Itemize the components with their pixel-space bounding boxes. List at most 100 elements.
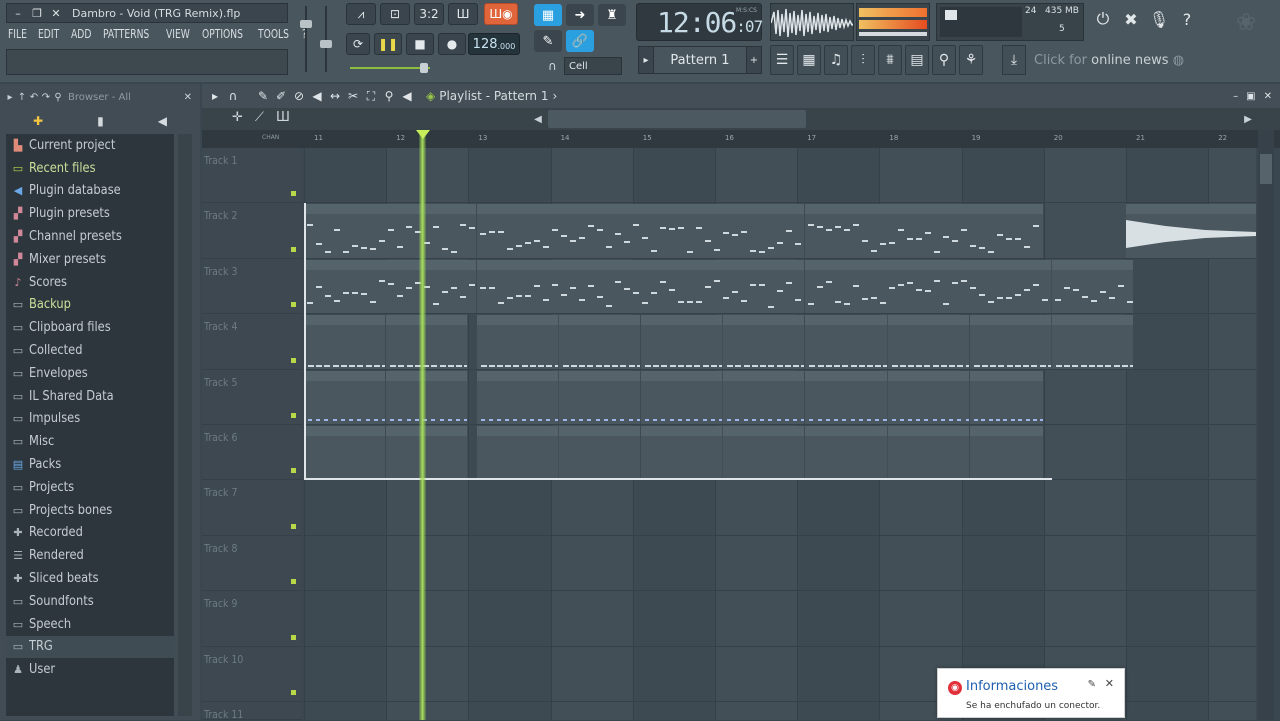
pin-icon[interactable]: ✎ [1088,679,1096,690]
track-header[interactable]: Track 7 [202,480,302,536]
minimize-icon[interactable]: – [10,5,26,21]
track-header[interactable]: Track 1 [202,148,302,204]
track-header[interactable]: Track 2 [202,203,302,259]
tab-files-icon[interactable]: ▮ [97,114,104,128]
track-header[interactable]: Track 3 [202,259,302,315]
pattern-clip[interactable]: ▮ Pattern 1 [476,204,805,258]
paint-icon[interactable]: ✐ [274,89,288,104]
microphone-icon[interactable]: 🎙 [1148,6,1170,32]
restore-icon[interactable]: ❐ [29,5,45,21]
track-active-led[interactable] [291,357,296,363]
collapse-icon[interactable]: ↑ [16,92,28,103]
track-active-led[interactable] [291,634,296,640]
tempo-display[interactable]: 128.000 [468,33,520,55]
pattern-clip[interactable]: ▮ Pattern 7 [805,370,887,424]
piano-icon[interactable]: Ш [276,110,290,125]
browser-item-recorded[interactable]: ✚ Recorded [6,522,174,545]
browser-item-rendered[interactable]: ☰ Rendered [6,544,174,567]
tab-all-icon[interactable]: ✚ [33,114,43,128]
playlist-grid[interactable]: ▮ Pattern 1 ▮ Pattern 2 ▮ FX Angel FX 1 ▮ P… [304,148,1256,720]
add-pattern-button[interactable]: + [746,46,762,74]
browser-item-projects[interactable]: ▭ Projects [6,476,174,499]
chevron-right-icon[interactable]: › [552,89,557,103]
browser-scrollbar[interactable] [178,134,192,716]
pattern-clip[interactable]: ▮ Pattern 7 [558,370,640,424]
track-active-led[interactable] [291,246,296,252]
browser-item-misc[interactable]: ▭ Misc [6,430,174,453]
pattern-clip[interactable]: ▮ Pattern 8 [887,426,969,480]
pattern-song-toggle[interactable]: ⟳ [346,33,370,55]
news-panel[interactable]: ⤓ Click for online news ◍ [1002,45,1186,75]
pattern-clip[interactable]: ▮ Pattern 8 [304,426,386,480]
timeline-ruler[interactable] [202,130,1280,148]
step-edit-button[interactable]: ➜ [566,4,594,26]
pattern-clip[interactable]: ▮ Pattern 7 [723,370,805,424]
notification-toast[interactable]: ◉ Informaciones Se ha enchufado un conec… [937,668,1125,718]
tab-speaker-icon[interactable]: ◀ [158,114,167,128]
browser-item-envelopes[interactable]: ▭ Envelopes [6,362,174,385]
blend-notes-button[interactable]: Ш [448,3,478,25]
slip-icon[interactable]: ↔ [328,89,342,104]
draw-icon[interactable]: ✎ [256,89,270,104]
playlist-window-icon[interactable]: ☰ [770,45,794,75]
slice-icon[interactable]: ✂ [346,89,360,104]
close-icon[interactable]: ✕ [48,5,64,21]
track-active-led[interactable] [291,412,296,418]
vertical-scrollbar[interactable] [1258,130,1274,720]
step-sequencer-icon[interactable]: ▦ [797,45,821,75]
track-active-led[interactable] [291,523,296,529]
track-header[interactable]: Track 10 [202,647,302,702]
pattern-clip[interactable]: ▮ Pattern 6 [641,315,723,369]
track-header[interactable]: Track 6 [202,425,302,481]
pattern-clip[interactable]: ▮ Pattern 8 [723,426,805,480]
menu-item-add[interactable]: ADD [71,27,91,41]
main-pitch-slider[interactable] [350,63,430,73]
track-header[interactable]: Track 9 [202,591,302,647]
minimize-playlist-icon[interactable]: – [1233,91,1238,102]
zoom-icon[interactable]: ⚲ [382,89,396,104]
multilink-button[interactable]: ♜ [598,4,626,26]
pattern-clip[interactable]: ▮ Pattern 6 [558,315,640,369]
plugin-icon[interactable]: ⚲ [932,45,956,75]
menu-item-file[interactable]: FILE [8,27,27,41]
stop-button[interactable]: ■ [406,33,434,55]
track-header[interactable]: Track 11 [202,702,302,721]
menu-item-patterns[interactable]: PATTERNS [103,27,149,41]
pattern-clip[interactable]: ▮ FX Angel FX 1 [1126,204,1256,258]
browser-item-plugin-presets[interactable]: ▞ Plugin presets [6,202,174,225]
track-active-led[interactable] [291,468,296,474]
metronome-button[interactable]: ⩘ [346,3,376,25]
playback-icon[interactable]: ◀ [400,89,414,104]
piano-roll-icon[interactable]: ♫ [824,45,848,75]
browser-item-il-shared-data[interactable]: ▭ IL Shared Data [6,385,174,408]
pattern-clip[interactable]: ▮ Pattern 6 [476,315,558,369]
pattern-clip[interactable]: ▮ Pattern 5 [1052,259,1134,314]
link-button[interactable]: 🔗 [566,30,594,52]
prev-pattern-icon[interactable]: ▸ [638,46,654,74]
pattern-clip[interactable]: ▮ Pattern 7 [887,370,969,424]
search-icon[interactable]: ⚲ [52,92,64,103]
record-button[interactable]: ● [438,33,466,55]
master-volume-slider[interactable] [300,6,312,72]
pattern-clip[interactable]: ▮ Pattern 7 [641,370,723,424]
browser-item-backup[interactable]: ▭ Backup [6,294,174,317]
snap-plus-icon[interactable]: ✛ [232,110,243,125]
close-browser-icon[interactable]: ✕ [184,92,192,103]
back-icon[interactable]: ↶ [28,92,40,103]
browser-item-packs[interactable]: ▤ Packs [6,453,174,476]
pattern-clip[interactable] [304,259,476,314]
browser-item-channel-presets[interactable]: ▞ Channel presets [6,225,174,248]
select-icon[interactable]: ⛶ [364,89,378,104]
browser-item-current-project[interactable]: ▙ Current project [6,134,174,157]
help-icon[interactable]: ? [1176,6,1198,32]
pattern-clip[interactable]: ▮ Pattern 7 [304,370,386,424]
undo-history-icon[interactable]: ⏻ [1092,6,1114,32]
forward-icon[interactable]: ↷ [40,92,52,103]
pattern-clip[interactable]: ▮ Pattern 6 [887,315,969,369]
magnet-snap-icon[interactable]: ∩ [226,89,240,104]
menu-arrow-icon[interactable]: ▸ [4,92,16,103]
pattern-clip[interactable]: ▮ Pattern 6 [805,315,887,369]
scroll-right-icon[interactable]: ▶ [1240,110,1256,128]
snap-select[interactable]: ∩ Cell [548,56,624,76]
menu-item-edit[interactable]: EDIT [38,27,59,41]
